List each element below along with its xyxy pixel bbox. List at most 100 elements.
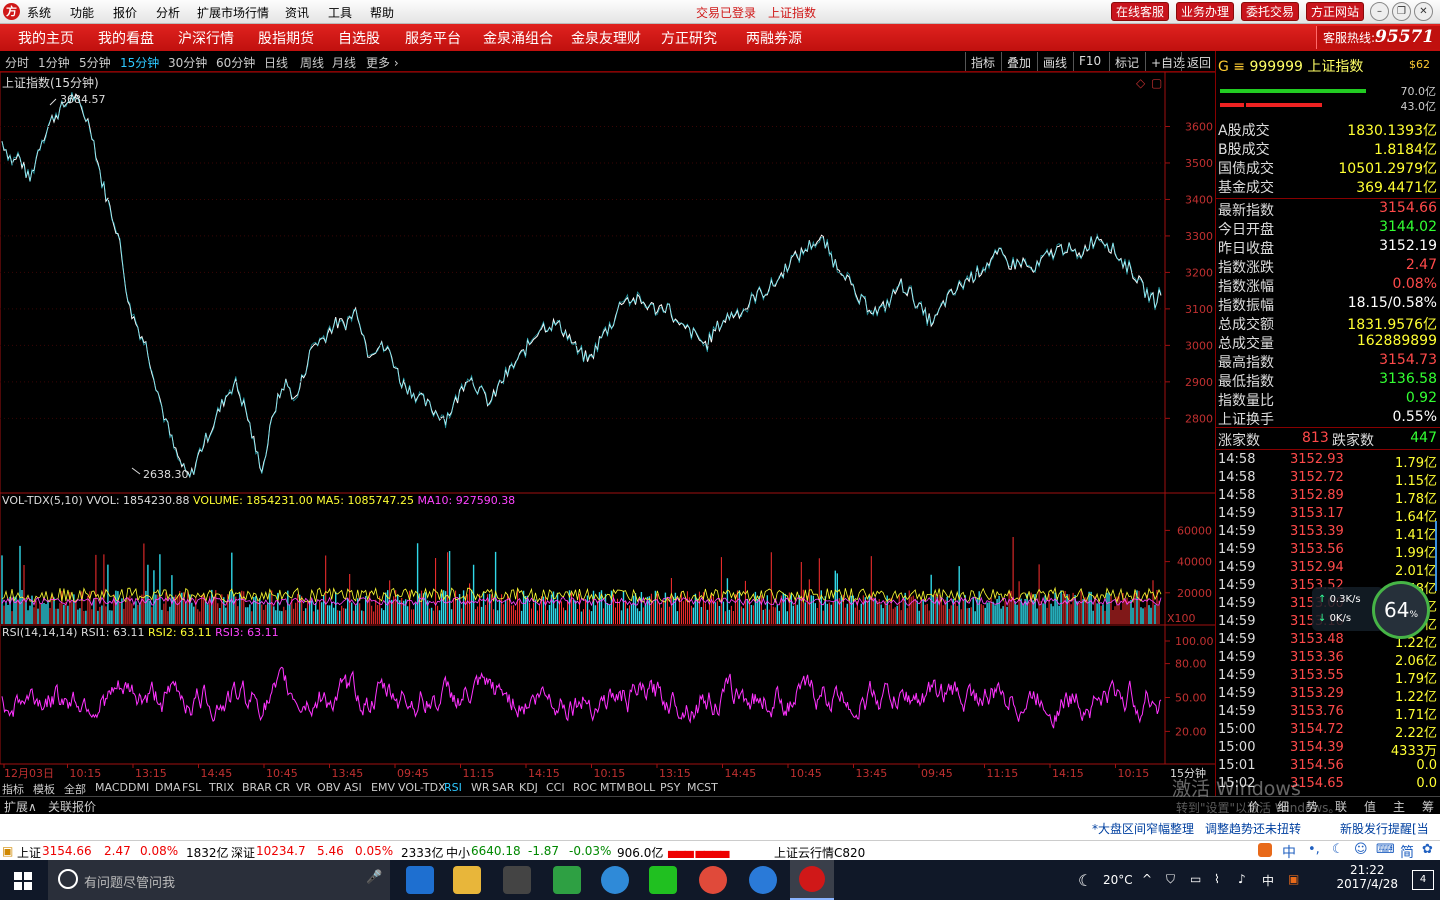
defender-icon[interactable]: ⛉: [1166, 872, 1175, 887]
minimize-icon[interactable]: –: [1370, 2, 1389, 21]
search-box[interactable]: 有问题尽管问我 🎤: [48, 860, 390, 900]
period-day[interactable]: 日线: [264, 54, 288, 71]
indicator-tab[interactable]: MTM: [600, 781, 626, 794]
menu-help[interactable]: 帮助: [370, 4, 394, 21]
nav-portfolio[interactable]: 金泉涌组合: [483, 28, 553, 48]
iqiyi-icon[interactable]: [649, 866, 677, 894]
period-1min[interactable]: 1分钟: [38, 54, 70, 71]
expand-tab[interactable]: 扩展∧: [4, 798, 37, 815]
menu-tools[interactable]: 工具: [328, 4, 352, 21]
indicator-tab[interactable]: DMA: [155, 781, 181, 794]
indicator-tab[interactable]: ROC: [573, 781, 597, 794]
period-intraday[interactable]: 分时: [5, 54, 29, 71]
indicator-tab[interactable]: TRIX: [209, 781, 234, 794]
period-30min[interactable]: 30分钟: [168, 54, 207, 71]
indicator-tab[interactable]: VR: [296, 781, 311, 794]
indicator-tab[interactable]: VOL-TDX: [398, 781, 446, 794]
restore-icon[interactable]: ❐: [1392, 2, 1411, 21]
chrome-icon[interactable]: [699, 866, 727, 894]
close-icon[interactable]: ✕: [1414, 2, 1433, 21]
edge-icon[interactable]: [406, 866, 434, 894]
ie-icon[interactable]: [749, 866, 777, 894]
store-icon[interactable]: [503, 866, 531, 894]
menu-function[interactable]: 功能: [70, 4, 94, 21]
ime-chinese[interactable]: 中: [1282, 842, 1296, 862]
indicator-tab[interactable]: KDJ: [519, 781, 538, 794]
cloud-quote[interactable]: 上证云行情C820: [774, 844, 865, 861]
windows-start-icon[interactable]: [14, 872, 32, 890]
nav-research[interactable]: 方正研究: [661, 28, 717, 48]
indicator-tab[interactable]: RSI: [444, 781, 462, 794]
indicator-tab[interactable]: ASI: [344, 781, 362, 794]
ime-settings-icon[interactable]: ✿: [1422, 842, 1433, 857]
indicator-tab[interactable]: EMV: [371, 781, 395, 794]
menu-analysis[interactable]: 分析: [156, 4, 180, 21]
nav-watchlist[interactable]: 自选股: [338, 28, 380, 48]
clock[interactable]: 21:22 2017/4/28: [1336, 863, 1398, 891]
wifi-icon[interactable]: ⌇: [1214, 872, 1220, 886]
menu-system[interactable]: 系统: [27, 4, 51, 21]
memory-ball-widget[interactable]: 64%: [1372, 581, 1430, 639]
ime-keyboard-icon[interactable]: ⌨: [1376, 842, 1395, 857]
nav-margin[interactable]: 两融券源: [746, 28, 802, 48]
kline-chart[interactable]: 上证指数(15分钟) 3684.57 2638.30 2800 2900 3000 3…: [0, 72, 1215, 780]
period-15min[interactable]: 15分钟: [120, 54, 159, 71]
indicator-tab[interactable]: PSY: [660, 781, 680, 794]
f10-button[interactable]: F10: [1073, 52, 1106, 71]
ime-punct-icon[interactable]: •,: [1308, 842, 1320, 857]
indicator-tab[interactable]: 模板: [33, 781, 55, 797]
volume-icon[interactable]: ♪: [1238, 872, 1246, 886]
mic-icon[interactable]: 🎤: [366, 870, 382, 885]
business-button[interactable]: 业务办理: [1176, 2, 1234, 21]
ime-simplified[interactable]: 简: [1400, 842, 1414, 862]
related-quote-tab[interactable]: 关联报价: [48, 798, 96, 815]
right-tab[interactable]: 值: [1364, 798, 1376, 815]
indicator-tab[interactable]: MCST: [687, 781, 718, 794]
network-icon[interactable]: ▭: [1190, 872, 1201, 886]
period-more[interactable]: 更多 ›: [366, 54, 399, 71]
indicator-tab[interactable]: CCI: [546, 781, 565, 794]
tray-up-icon[interactable]: ^: [1142, 872, 1152, 886]
finance-app-icon[interactable]: [553, 866, 581, 894]
indicator-tab[interactable]: WR: [471, 781, 490, 794]
menu-info[interactable]: 资讯: [285, 4, 309, 21]
menu-extended-market[interactable]: 扩展市场行情: [197, 4, 269, 21]
indicator-tab[interactable]: 指标: [2, 781, 24, 797]
ie-alt-icon[interactable]: [601, 866, 629, 894]
indicator-tab[interactable]: BRAR: [242, 781, 272, 794]
period-5min[interactable]: 5分钟: [79, 54, 111, 71]
news-item-1[interactable]: *大盘区间窄幅整理: [1092, 820, 1194, 837]
overlay-button[interactable]: 叠加: [1001, 52, 1036, 71]
indicator-button[interactable]: 指标: [965, 52, 1000, 71]
nav-home[interactable]: 我的主页: [18, 28, 74, 48]
ime-emoji-icon[interactable]: ☺: [1354, 842, 1368, 857]
mark-button[interactable]: 标记: [1109, 52, 1144, 71]
website-button[interactable]: 方正网站: [1306, 2, 1364, 21]
indicator-tab[interactable]: BOLL: [627, 781, 655, 794]
news-item-2[interactable]: 调整趋势还未扭转: [1205, 820, 1301, 837]
nav-service[interactable]: 服务平台: [405, 28, 461, 48]
period-60min[interactable]: 60分钟: [216, 54, 255, 71]
nav-market[interactable]: 沪深行情: [178, 28, 234, 48]
trading-app-taskbar-icon[interactable]: [790, 860, 834, 900]
back-button[interactable]: 返回: [1181, 52, 1216, 71]
right-tab[interactable]: 主: [1393, 798, 1405, 815]
indicator-tab[interactable]: CR: [275, 781, 290, 794]
indicator-tab[interactable]: MACD: [95, 781, 128, 794]
nav-my-watch[interactable]: 我的看盘: [98, 28, 154, 48]
indicator-tab[interactable]: SAR: [492, 781, 514, 794]
nav-futures[interactable]: 股指期货: [258, 28, 314, 48]
indicator-tab[interactable]: OBV: [317, 781, 340, 794]
notification-icon[interactable]: 4: [1412, 870, 1434, 890]
nav-wealth[interactable]: 金泉友理财: [571, 28, 641, 48]
chart-window-icon[interactable]: ▢: [1151, 76, 1162, 90]
draw-button[interactable]: 画线: [1037, 52, 1072, 71]
file-explorer-icon[interactable]: [453, 866, 481, 894]
trade-button[interactable]: 委托交易: [1241, 2, 1299, 21]
chart-diamond-icon[interactable]: ◇: [1136, 76, 1146, 90]
online-service-button[interactable]: 在线客服: [1111, 2, 1169, 21]
period-week[interactable]: 周线: [300, 54, 324, 71]
lang-indicator[interactable]: 中: [1262, 872, 1274, 889]
right-tab[interactable]: 筹: [1422, 798, 1434, 815]
indicator-tab[interactable]: DMI: [128, 781, 149, 794]
